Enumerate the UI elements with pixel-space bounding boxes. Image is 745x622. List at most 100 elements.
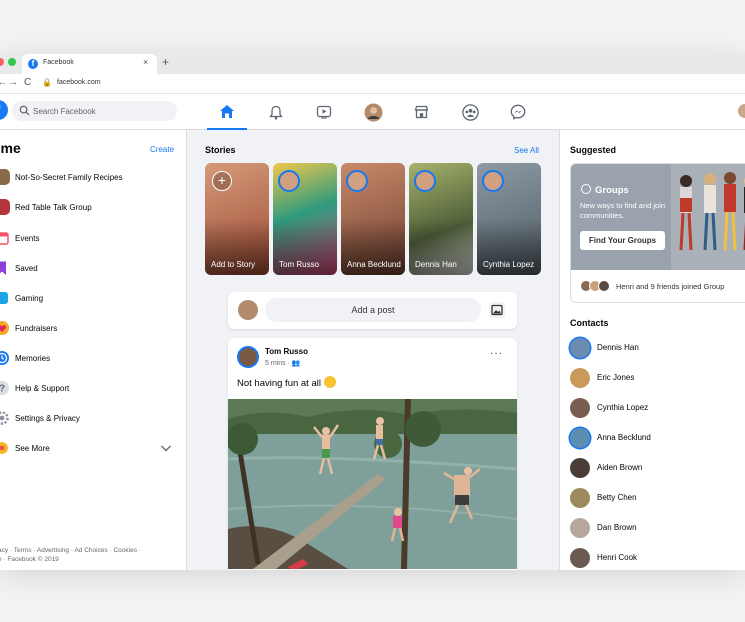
reload-icon[interactable]: C — [24, 77, 31, 88]
browser-tab[interactable]: f Facebook × — [22, 54, 157, 74]
suggested-title: Suggested — [570, 145, 617, 155]
create-link[interactable]: Create — [150, 145, 174, 154]
post-timestamp[interactable]: 5 mins · 👥 — [265, 359, 301, 367]
lock-icon: 🔒 — [42, 78, 52, 87]
search-box[interactable] — [12, 101, 177, 121]
story-cynthia-lopez[interactable]: Cynthia Lopez — [477, 163, 541, 275]
sidebar-item-events[interactable]: Events — [0, 228, 185, 250]
close-window-dot[interactable] — [0, 58, 4, 66]
nav-home-tab[interactable] — [207, 94, 247, 130]
group-avatar-icon — [0, 169, 10, 185]
post-author-avatar[interactable] — [237, 346, 259, 368]
groups-banner: Groups New ways to find and join communi… — [571, 164, 745, 270]
contact-item[interactable]: Eric Jones — [568, 366, 738, 390]
contact-item[interactable]: Dan Brown — [568, 516, 738, 540]
sidebar-item-family-recipes[interactable]: Not-So-Secret Family Recipes — [0, 167, 185, 189]
tab-title: Facebook — [43, 59, 74, 66]
facebook-logo-icon[interactable]: f — [0, 100, 8, 120]
story-avatar — [414, 170, 436, 192]
back-icon[interactable]: ← — [0, 77, 7, 88]
contact-name: Aiden Brown — [597, 463, 643, 472]
sidebar-item-label: Help & Support — [15, 384, 70, 393]
post-options-icon[interactable]: ··· — [490, 348, 503, 359]
sidebar-item-settings-privacy[interactable]: Settings & Privacy — [0, 408, 185, 430]
post-photo[interactable] — [228, 399, 517, 569]
post-author[interactable]: Tom Russo — [265, 347, 308, 356]
nav-profile-tab[interactable] — [353, 94, 393, 130]
account-avatar[interactable] — [738, 104, 745, 118]
post-text-content: Not having fun at all — [237, 378, 321, 389]
facebook-favicon-icon: f — [28, 59, 38, 69]
messenger-icon — [510, 104, 526, 120]
contact-avatar — [570, 458, 590, 478]
sidebar-item-label: Saved — [15, 264, 38, 273]
clock-icon — [0, 351, 9, 365]
sidebar-item-label: Settings & Privacy — [15, 414, 80, 423]
footer-links[interactable]: acy · Terms · Advertising · Ad Choices ·… — [0, 547, 141, 563]
find-your-groups-button[interactable]: Find Your Groups — [580, 231, 665, 250]
forward-icon[interactable]: → — [8, 77, 18, 88]
sidebar-item-help-support[interactable]: ? Help & Support — [0, 378, 185, 400]
story-name: Tom Russo — [279, 260, 320, 269]
heart-icon — [0, 321, 9, 335]
group-avatar-icon — [0, 199, 10, 215]
story-anna-becklund[interactable]: Anna Becklund — [341, 163, 405, 275]
story-add-to-story[interactable]: + Add to Story — [205, 163, 269, 275]
facebook-header: f — [0, 94, 745, 130]
contact-name: Eric Jones — [597, 373, 635, 382]
nav-watch-tab[interactable] — [304, 94, 344, 130]
groups-icon — [461, 103, 479, 121]
nav-marketplace-tab[interactable] — [401, 94, 441, 130]
tab-close-icon[interactable]: × — [143, 57, 148, 67]
url-field[interactable]: facebook.com — [57, 79, 101, 86]
new-tab-button[interactable]: + — [162, 55, 169, 69]
groups-card-title: Groups — [581, 184, 629, 196]
groups-joined-text: Henri and 9 friends joined Group — [616, 282, 725, 291]
contact-avatar — [570, 488, 590, 508]
contact-item[interactable]: Anna Becklund — [568, 426, 738, 450]
calendar-icon — [0, 232, 9, 245]
gaming-icon — [0, 292, 8, 304]
contact-name: Dan Brown — [597, 523, 637, 532]
post-text: Not having fun at all — [237, 376, 336, 389]
help-icon: ? — [0, 381, 9, 395]
sidebar-item-memories[interactable]: Memories — [0, 348, 185, 370]
chevron-down-icon[interactable] — [160, 443, 172, 453]
see-all-link[interactable]: See All — [514, 146, 539, 155]
nav-messenger-tab[interactable] — [498, 94, 538, 130]
sidebar-item-gaming[interactable]: Gaming — [0, 288, 185, 310]
sidebar-item-red-table-talk[interactable]: Red Table Talk Group — [0, 197, 185, 219]
sidebar-item-fundraisers[interactable]: Fundraisers — [0, 318, 185, 340]
story-dennis-han[interactable]: Dennis Han — [409, 163, 473, 275]
sidebar-item-saved[interactable]: Saved — [0, 258, 185, 280]
contact-item[interactable]: Henri Cook — [568, 546, 738, 570]
home-title: ome — [0, 140, 21, 156]
sidebar-item-label: Gaming — [15, 294, 44, 303]
notifications-icon — [269, 105, 283, 119]
add-story-plus-icon[interactable]: + — [212, 171, 232, 191]
search-input[interactable] — [33, 101, 173, 121]
see-more-icon — [0, 442, 8, 454]
svg-text:?: ? — [0, 384, 5, 395]
add-post-field[interactable]: Add a post — [265, 298, 481, 322]
contact-item[interactable]: Betty Chen — [568, 486, 738, 510]
composer-avatar — [238, 300, 258, 320]
photo-icon[interactable] — [488, 301, 506, 319]
contact-item[interactable]: Cynthia Lopez — [568, 396, 738, 420]
zoom-window-dot[interactable] — [8, 58, 16, 66]
contact-avatar — [570, 548, 590, 568]
contact-avatar — [570, 428, 590, 448]
nav-groups-tab[interactable] — [450, 94, 490, 130]
story-tom-russo[interactable]: Tom Russo — [273, 163, 337, 275]
contact-item[interactable]: Dennis Han — [568, 336, 738, 360]
story-avatar — [346, 170, 368, 192]
search-icon — [19, 105, 30, 116]
groups-card-description: New ways to find and join communities. — [580, 201, 666, 220]
story-name: Dennis Han — [415, 260, 457, 269]
sidebar-item-see-more[interactable]: See More — [0, 438, 185, 460]
nav-notifications-tab[interactable] — [256, 94, 296, 130]
marketplace-icon — [414, 105, 428, 119]
contact-item[interactable]: Aiden Brown — [568, 456, 738, 480]
browser-window: f Facebook × + ← → C 🔒 facebook.com f — [0, 52, 745, 570]
stories-title: Stories — [205, 145, 236, 155]
